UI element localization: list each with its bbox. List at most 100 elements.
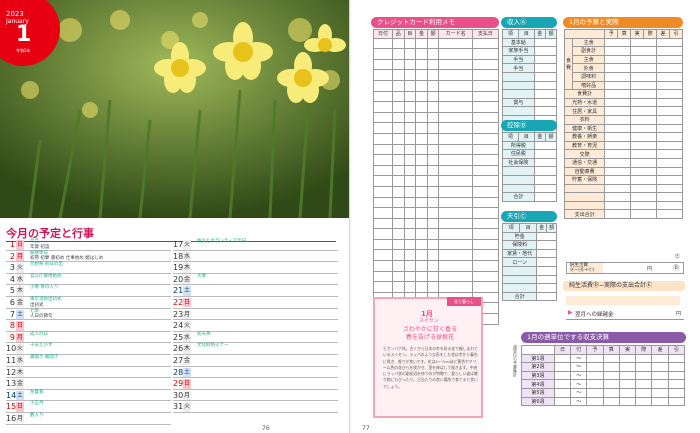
credit-cell[interactable] [391, 281, 405, 293]
credit-cell[interactable] [391, 207, 405, 219]
budget-cell[interactable] [604, 97, 632, 108]
budget-cell[interactable] [656, 97, 683, 108]
credit-cell[interactable] [391, 270, 405, 283]
amount-cell[interactable] [536, 265, 557, 276]
budget-cell[interactable] [604, 166, 632, 177]
credit-cell[interactable] [391, 122, 405, 134]
credit-cell[interactable] [471, 164, 500, 177]
budget-cell[interactable] [604, 80, 632, 91]
credit-cell[interactable] [438, 228, 473, 240]
credit-cell[interactable] [403, 238, 417, 251]
credit-cell[interactable] [415, 238, 428, 251]
credit-cell[interactable] [403, 58, 417, 71]
credit-cell[interactable] [373, 143, 393, 156]
weekly-cell[interactable] [586, 379, 604, 389]
weekly-cell[interactable] [618, 379, 637, 389]
budget-cell[interactable] [656, 123, 683, 134]
week-date-sep[interactable]: 〜 [570, 396, 588, 407]
credit-cell[interactable] [415, 281, 428, 293]
credit-cell[interactable] [415, 207, 428, 219]
credit-cell[interactable] [391, 143, 405, 156]
total-amount[interactable] [533, 192, 558, 202]
credit-cell[interactable] [471, 260, 500, 272]
credit-cell[interactable] [403, 90, 417, 103]
weekly-cell[interactable] [651, 387, 669, 398]
credit-cell[interactable] [438, 185, 473, 198]
credit-cell[interactable] [426, 37, 440, 50]
credit-cell[interactable] [403, 122, 417, 134]
amount-cell[interactable] [536, 248, 557, 259]
week-date-start[interactable] [553, 387, 572, 398]
budget-cell[interactable] [656, 140, 683, 151]
weekly-cell[interactable] [586, 396, 604, 407]
credit-cell[interactable] [471, 122, 500, 134]
weekly-cell[interactable] [602, 370, 620, 381]
weekly-cell[interactable] [618, 353, 637, 364]
credit-cell[interactable] [403, 260, 417, 272]
amount-cell[interactable] [533, 106, 558, 116]
credit-cell[interactable] [471, 207, 500, 219]
amount-cell[interactable] [536, 231, 557, 242]
budget-cell[interactable] [604, 54, 632, 65]
credit-cell[interactable] [373, 228, 393, 240]
week-date-start[interactable] [553, 396, 572, 407]
credit-cell[interactable] [426, 111, 440, 124]
budget-cell[interactable] [604, 183, 632, 194]
credit-cell[interactable] [471, 238, 500, 251]
credit-cell[interactable] [426, 175, 440, 187]
budget-total-cell[interactable] [604, 209, 632, 220]
weekly-cell[interactable] [651, 396, 669, 407]
credit-cell[interactable] [403, 270, 417, 283]
credit-cell[interactable] [438, 143, 473, 156]
credit-cell[interactable] [415, 175, 428, 187]
credit-cell[interactable] [438, 207, 473, 219]
credit-cell[interactable] [403, 228, 417, 240]
weekly-cell[interactable] [667, 396, 686, 407]
credit-cell[interactable] [373, 238, 393, 251]
credit-cell[interactable] [438, 238, 473, 251]
credit-cell[interactable] [426, 143, 440, 156]
credit-cell[interactable] [403, 249, 417, 262]
credit-cell[interactable] [403, 69, 417, 81]
credit-cell[interactable] [426, 260, 440, 272]
credit-cell[interactable] [391, 48, 405, 60]
budget-cell[interactable] [656, 183, 683, 194]
credit-cell[interactable] [415, 48, 428, 60]
budget-cell[interactable] [630, 123, 658, 134]
amount-cell[interactable] [533, 54, 558, 65]
credit-cell[interactable] [471, 217, 500, 230]
credit-cell[interactable] [391, 69, 405, 81]
budget-cell[interactable] [630, 175, 658, 185]
amount-cell[interactable] [533, 89, 558, 99]
credit-cell[interactable] [426, 281, 440, 293]
credit-cell[interactable] [415, 101, 428, 113]
credit-cell[interactable] [426, 164, 440, 177]
credit-cell[interactable] [471, 58, 500, 71]
weekly-cell[interactable] [586, 362, 604, 372]
credit-cell[interactable] [373, 217, 393, 230]
credit-cell[interactable] [403, 154, 417, 166]
credit-cell[interactable] [471, 69, 500, 81]
budget-cell[interactable] [604, 46, 632, 56]
credit-cell[interactable] [391, 90, 405, 103]
week-date-start[interactable] [553, 370, 572, 381]
budget-cell[interactable] [604, 114, 632, 125]
weekly-cell[interactable] [667, 362, 686, 372]
budget-cell[interactable] [630, 140, 658, 151]
credit-cell[interactable] [415, 164, 428, 177]
credit-cell[interactable] [373, 111, 393, 124]
budget-cell[interactable] [630, 114, 658, 125]
weekly-cell[interactable] [651, 353, 669, 364]
weekly-cell[interactable] [602, 353, 620, 364]
credit-cell[interactable] [438, 101, 473, 113]
weekly-cell[interactable] [586, 370, 604, 381]
weekly-cell[interactable] [602, 362, 620, 372]
budget-cell[interactable] [630, 149, 658, 159]
weekly-cell[interactable] [635, 379, 653, 389]
amount-cell[interactable] [533, 149, 558, 159]
credit-cell[interactable] [426, 122, 440, 134]
credit-cell[interactable] [438, 58, 473, 71]
budget-cell[interactable] [656, 80, 683, 91]
credit-cell[interactable] [426, 185, 440, 198]
budget-cell[interactable] [656, 175, 683, 185]
